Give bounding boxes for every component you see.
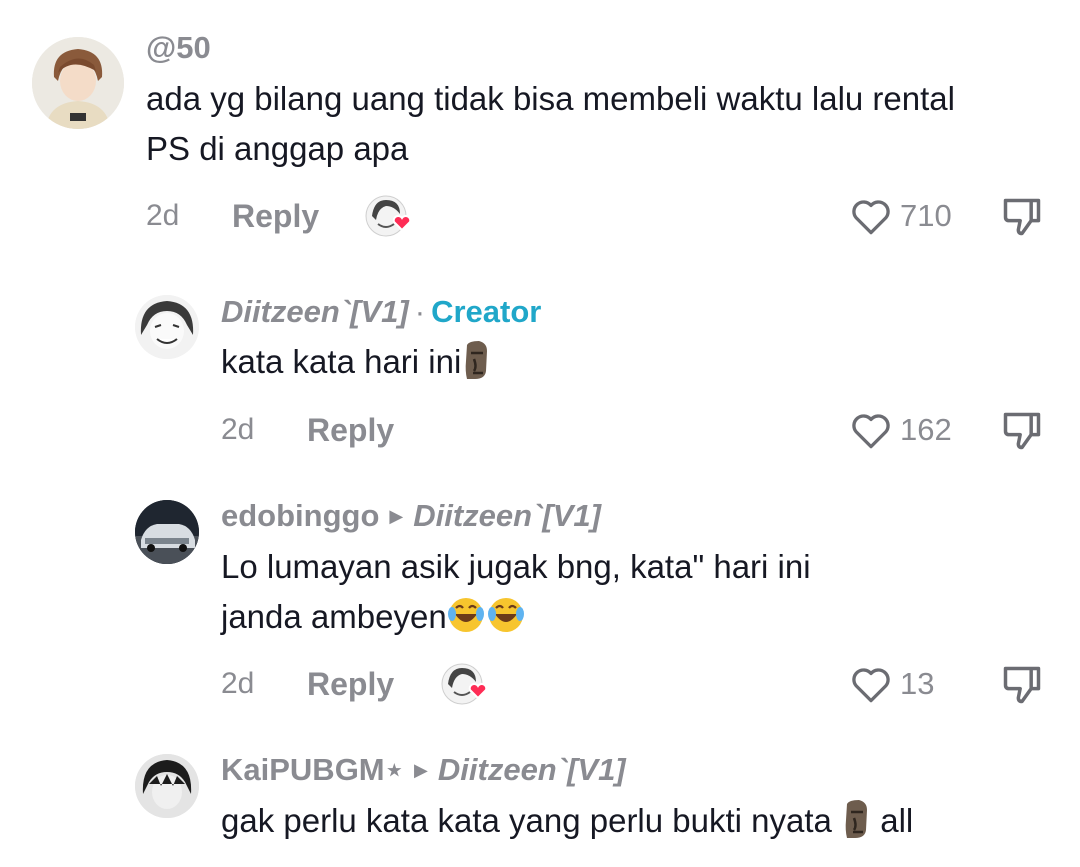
heart-outline-icon (852, 200, 890, 235)
reply-button[interactable]: Reply (307, 412, 394, 449)
comment-timestamp: 2d (146, 199, 180, 232)
avatar[interactable] (135, 295, 199, 359)
reply-to-username[interactable]: Diitzeen`[V1] (413, 498, 601, 533)
comment-timestamp: 2d (221, 413, 255, 446)
liked-by-creator-badge (364, 194, 416, 245)
like-count: 162 (900, 412, 952, 447)
comment-timestamp: 2d (221, 667, 255, 700)
comment-username[interactable]: edobinggo ▶ Diitzeen`[V1] (221, 498, 601, 534)
comment-text: gak perlu kata kata yang perlu bukti nya… (221, 796, 913, 852)
like-count: 710 (900, 198, 952, 233)
comment-username[interactable]: KaiPUBGM⋆ ▶ Diitzeen`[V1] (221, 752, 626, 788)
creator-heart-icon (441, 663, 488, 705)
comment-username[interactable]: Diitzeen`[V1] · Creator (221, 294, 541, 330)
dislike-button[interactable] (1000, 409, 1044, 458)
creator-badge: Creator (431, 294, 542, 329)
moai-icon (461, 341, 491, 393)
comment-text: Lo lumayan asik jugak bng, kata" hari in… (221, 542, 811, 648)
like-button[interactable]: 162 (850, 410, 952, 450)
avatar[interactable] (135, 754, 199, 818)
heart-outline-icon (852, 668, 890, 703)
reply-to-username[interactable]: Diitzeen`[V1] (438, 752, 626, 787)
thumbs-down-outline-icon (1003, 412, 1041, 450)
heart-outline-icon (852, 414, 890, 449)
comment-username[interactable]: @50 (146, 30, 211, 66)
liked-by-creator-badge (440, 662, 492, 713)
creator-heart-icon (365, 195, 412, 237)
dislike-button[interactable] (1000, 195, 1044, 244)
like-count: 13 (900, 666, 935, 701)
thumbs-down-outline-icon (1003, 666, 1041, 704)
thumbs-down-outline-icon (1003, 198, 1041, 236)
avatar[interactable] (32, 37, 124, 129)
like-button[interactable]: 710 (850, 196, 952, 236)
reply-button[interactable]: Reply (232, 198, 319, 235)
reply-button[interactable]: Reply (307, 666, 394, 703)
face-with-tears-of-joy-icon (447, 596, 527, 648)
reply-arrow-icon: ▶ (414, 760, 428, 780)
comment-text: ada yg bilang uang tidak bisa membeli wa… (146, 80, 955, 167)
dislike-button[interactable] (1000, 663, 1044, 712)
reply-arrow-icon: ▶ (389, 506, 404, 526)
like-button[interactable]: 13 (850, 664, 934, 704)
comment-text: kata kata hari ini (221, 337, 491, 393)
avatar[interactable] (135, 500, 199, 564)
moai-icon (841, 800, 871, 852)
